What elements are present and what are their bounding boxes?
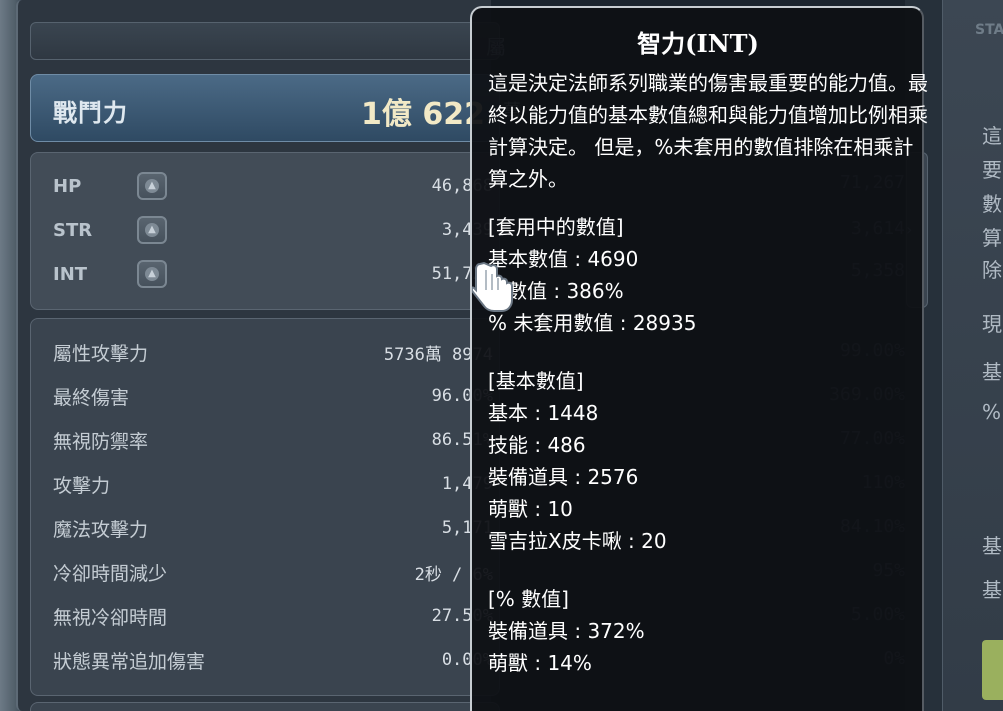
adjacent-window-tab: STA <box>975 22 1003 38</box>
int-up-button[interactable]: ▲ <box>137 260 167 288</box>
detail-stat-row: 攻擊力 1,479 <box>53 469 498 499</box>
tooltip-section: [% 數值] 裝備道具 : 372% 萌獸 : 14% <box>488 583 922 679</box>
arrow-up-icon: ▲ <box>145 223 159 237</box>
int-tooltip: 智力(INT) 這是決定法師系列職業的傷害最重要的能力值。最終以能力值的基本數值… <box>470 6 928 711</box>
adjacent-window-text: 這 <box>982 124 1002 148</box>
tooltip-line: 萌獸 : 14% <box>488 651 592 675</box>
adjacent-window-text: 算 <box>982 226 1002 250</box>
adjacent-window-text: % <box>982 400 1002 424</box>
adjacent-window-text: 現 <box>982 312 1002 336</box>
detail-stat-name: 無視防禦率 <box>53 430 149 453</box>
tooltip-title: 智力(INT) <box>637 29 759 58</box>
detail-stat-row: 最終傷害 96.00% <box>53 381 498 411</box>
arrow-up-icon: ▲ <box>145 179 159 193</box>
detail-stat-row: 無視防禦率 86.51% <box>53 425 498 455</box>
stat-name: STR <box>53 219 93 241</box>
detail-stat-row: 狀態異常追加傷害 0.00% <box>53 645 498 675</box>
detail-stats-box: 屬性攻擊力 5736萬 8974 最終傷害 96.00% 無視防禦率 86.51% 攻擊力 1… <box>30 318 500 696</box>
detail-stat-row: 冷卻時間減少 2秒 / 6% <box>53 557 498 587</box>
detail-stat-row: 屬性攻擊力 5736萬 8974 <box>53 337 498 367</box>
tooltip-line: %數值 : 386% <box>488 279 624 303</box>
stat-name: HP <box>53 175 82 197</box>
primary-stats-box: HP ▲ 46,868 STR ▲ 3,439 INT ▲ 51,728 <box>30 152 500 310</box>
adjacent-window-text: 要 <box>982 158 1002 182</box>
tooltip-section: [基本數值] 基本 : 1448 技能 : 486 裝備道具 : 2576 萌獸 : 1… <box>488 365 922 557</box>
stat-window-tab[interactable]: 屬 <box>30 22 506 60</box>
adjacent-window-text: 數 <box>982 192 1002 216</box>
detail-stat-name: 屬性攻擊力 <box>53 342 149 365</box>
tooltip-section: [套用中的數值] 基本數值 : 4690 %數值 : 386% % 未套用數值 : 2… <box>488 211 922 339</box>
tooltip-section-header: [基本數值] <box>488 369 584 393</box>
combat-power-value: 1億 622 <box>361 97 485 132</box>
tooltip-description: 這是決定法師系列職業的傷害最重要的能力值。最終以能力值的基本數值總和與能力值增加… <box>488 71 928 191</box>
stat-row-hp: HP ▲ 46,868 <box>53 171 498 201</box>
stat-row-int[interactable]: INT ▲ 51,728 <box>53 259 498 289</box>
detail-stat-name: 魔法攻擊力 <box>53 518 149 541</box>
tooltip-line: 雪吉拉X皮卡啾 : 20 <box>488 529 667 553</box>
detail-stat-name: 無視冷卻時間 <box>53 606 168 629</box>
adjacent-window-text: 基 <box>982 578 1002 602</box>
adjacent-window-text: 除 <box>982 258 1002 282</box>
hp-up-button[interactable]: ▲ <box>137 172 167 200</box>
adjacent-window-text: 基 <box>982 534 1002 558</box>
adjacent-window-text: 基 <box>982 360 1002 384</box>
tooltip-line: % 未套用數值 : 28935 <box>488 311 697 335</box>
tooltip-line: 裝備道具 : 2576 <box>488 465 639 489</box>
arrow-up-icon: ▲ <box>145 267 159 281</box>
detail-stat-row: 無視冷卻時間 27.50% <box>53 601 498 631</box>
stat-name: INT <box>53 263 88 285</box>
stat-row-str: STR ▲ 3,439 <box>53 215 498 245</box>
detail-stat-name: 狀態異常追加傷害 <box>53 650 206 673</box>
detail-stat-name: 攻擊力 <box>53 474 111 497</box>
tooltip-section-header: [% 數值] <box>488 587 569 611</box>
detail-stat-row: 魔法攻擊力 5,171 <box>53 513 498 543</box>
adjacent-window-button[interactable] <box>982 640 1003 700</box>
detail-stat-name: 最終傷害 <box>53 386 130 409</box>
tooltip-line: 技能 : 486 <box>488 433 586 457</box>
combat-power-bar: 戰鬥力 1億 622 萬 <box>30 74 521 142</box>
tooltip-line: 基本 : 1448 <box>488 401 599 425</box>
combat-power-label: 戰鬥力 <box>53 99 128 127</box>
extra-stats-box <box>30 702 500 711</box>
detail-stat-name: 冷卻時間減少 <box>53 562 168 585</box>
hand-pointer-icon <box>472 261 513 312</box>
tooltip-line: 基本數值 : 4690 <box>488 247 639 271</box>
tooltip-line: 萌獸 : 10 <box>488 497 573 521</box>
tooltip-section-header: [套用中的數值] <box>488 215 624 239</box>
tooltip-line: 裝備道具 : 372% <box>488 619 645 643</box>
str-up-button[interactable]: ▲ <box>137 216 167 244</box>
